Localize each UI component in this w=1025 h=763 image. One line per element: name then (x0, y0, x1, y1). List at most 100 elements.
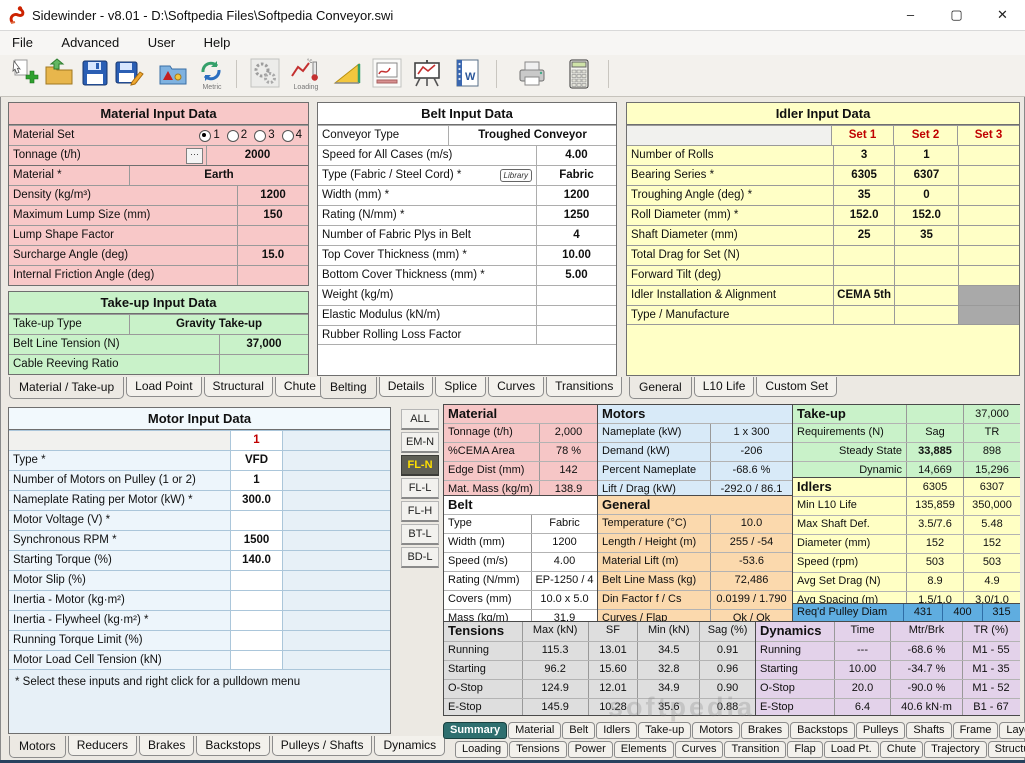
bottom-cover-value[interactable]: 5.00 (536, 266, 616, 285)
density-value[interactable]: 1200 (237, 186, 308, 205)
lump-shape-value[interactable] (237, 226, 308, 245)
tab-transitions[interactable]: Transitions (546, 377, 622, 397)
maximize-button[interactable]: ▢ (934, 0, 979, 30)
new-file-icon[interactable] (10, 58, 42, 92)
cable-reeving-value[interactable] (219, 355, 308, 374)
case-bt-l-button[interactable]: BT-L (401, 524, 439, 545)
belt-width-value[interactable]: 1200 (536, 186, 616, 205)
tab-res-flap[interactable]: Flap (787, 741, 822, 758)
belt-rating-value[interactable]: 1250 (536, 206, 616, 225)
calculator-icon[interactable] (564, 58, 596, 92)
motor-voltage-value[interactable] (230, 511, 283, 530)
tab-res-material[interactable]: Material (508, 722, 561, 739)
roll-diam-set2[interactable]: 152.0 (894, 206, 957, 225)
inertia-motor-value[interactable] (230, 591, 283, 610)
elastic-modulus-value[interactable] (536, 306, 616, 325)
type-set1[interactable] (833, 306, 894, 324)
case-fl-h-button[interactable]: FL-H (401, 501, 439, 522)
belt-type-value[interactable]: Fabric (536, 166, 616, 185)
rolling-loss-value[interactable] (536, 326, 616, 344)
tab-structural[interactable]: Structural (204, 377, 273, 397)
tonnage-picker-button[interactable]: ··· (186, 148, 203, 164)
save-as-icon[interactable] (114, 58, 146, 92)
tab-res-frame[interactable]: Frame (953, 722, 999, 739)
slope-geometry-icon[interactable] (332, 58, 364, 92)
material-set-radio-2[interactable] (227, 130, 239, 142)
tab-res-curves[interactable]: Curves (675, 741, 724, 758)
material-set-radio-1[interactable] (199, 130, 211, 142)
tab-details[interactable]: Details (379, 377, 434, 397)
takeup-type-value[interactable]: Gravity Take-up (129, 315, 308, 334)
tab-material-take-up[interactable]: Material / Take-up (9, 377, 124, 399)
plys-value[interactable]: 4 (536, 226, 616, 245)
friction-angle-value[interactable] (237, 266, 308, 285)
trough-set1[interactable]: 35 (833, 186, 894, 205)
elements-window-icon[interactable] (372, 58, 404, 92)
tab-curves[interactable]: Curves (488, 377, 544, 397)
material-set-radio-3[interactable] (254, 130, 266, 142)
tab-summary[interactable]: Summary (443, 722, 507, 739)
speed-value[interactable]: 4.00 (536, 146, 616, 165)
tab-res-loading[interactable]: Loading (455, 741, 508, 758)
tab-res-brakes[interactable]: Brakes (741, 722, 789, 739)
tab-res-backstops[interactable]: Backstops (790, 722, 855, 739)
tilt-set3[interactable] (958, 266, 1019, 285)
shaft-diam-set3[interactable] (958, 226, 1019, 245)
surcharge-angle-value[interactable]: 15.0 (237, 246, 308, 265)
install-set2[interactable] (894, 286, 957, 305)
tab-pulleys-shafts[interactable]: Pulleys / Shafts (272, 736, 373, 756)
running-torque-value[interactable] (230, 631, 283, 650)
shaft-diam-set1[interactable]: 25 (833, 226, 894, 245)
loading-profile-icon[interactable]: °cLoading (290, 58, 322, 92)
case-bd-l-button[interactable]: BD-L (401, 547, 439, 568)
menu-file[interactable]: File (0, 31, 45, 54)
install-set1[interactable]: CEMA 5th (833, 286, 894, 305)
tab-res-elements[interactable]: Elements (614, 741, 674, 758)
tab-res-trajectory[interactable]: Trajectory (924, 741, 987, 758)
tab-custom-set[interactable]: Custom Set (756, 377, 837, 397)
drag-set3[interactable] (958, 246, 1019, 265)
belt-line-tension-value[interactable]: 37,000 (219, 335, 308, 354)
belt-weight-value[interactable] (536, 286, 616, 305)
tab-load-point[interactable]: Load Point (126, 377, 201, 397)
conveyor-type-value[interactable]: Troughed Conveyor (448, 126, 616, 145)
rolls-set1[interactable]: 3 (833, 146, 894, 165)
tab-res-shafts[interactable]: Shafts (906, 722, 951, 739)
app-folder-icon[interactable] (158, 58, 190, 92)
drag-set1[interactable] (833, 246, 894, 265)
tab-res-idlers[interactable]: Idlers (596, 722, 637, 739)
open-file-icon[interactable] (44, 58, 76, 92)
tonnage-value[interactable]: 2000 (206, 146, 308, 165)
tilt-set2[interactable] (894, 266, 957, 285)
metric-units-icon[interactable]: Metric (196, 58, 228, 92)
print-icon[interactable] (516, 58, 548, 92)
save-file-icon[interactable] (80, 58, 112, 92)
rolls-set2[interactable]: 1 (894, 146, 957, 165)
tab-motors[interactable]: Motors (9, 736, 66, 758)
tab-belting[interactable]: Belting (320, 377, 377, 399)
motor-type-value[interactable]: VFD (230, 451, 283, 470)
word-report-icon[interactable]: W (452, 58, 484, 92)
settings-gears-icon[interactable] (250, 58, 282, 92)
tab-res-tensions[interactable]: Tensions (509, 741, 566, 758)
tab-splice[interactable]: Splice (435, 377, 486, 397)
tab-res-power[interactable]: Power (568, 741, 613, 758)
motor-slip-value[interactable] (230, 571, 283, 590)
tab-res-structural[interactable]: Structural (988, 741, 1025, 758)
rolls-set3[interactable] (958, 146, 1019, 165)
case-em-n-button[interactable]: EM-N (401, 432, 439, 453)
trough-set3[interactable] (958, 186, 1019, 205)
drag-set2[interactable] (894, 246, 957, 265)
motors-on-pulley-value[interactable]: 1 (230, 471, 283, 490)
nameplate-rating-value[interactable]: 300.0 (230, 491, 283, 510)
starting-torque-value[interactable]: 140.0 (230, 551, 283, 570)
lump-size-value[interactable]: 150 (237, 206, 308, 225)
tilt-set1[interactable] (833, 266, 894, 285)
tab-l10-life[interactable]: L10 Life (694, 377, 755, 397)
roll-diam-set1[interactable]: 152.0 (833, 206, 894, 225)
menu-user[interactable]: User (136, 31, 187, 54)
menu-advanced[interactable]: Advanced (49, 31, 131, 54)
minimize-button[interactable]: – (888, 0, 933, 30)
bearing-set3[interactable] (958, 166, 1019, 185)
tab-res-chute[interactable]: Chute (880, 741, 923, 758)
